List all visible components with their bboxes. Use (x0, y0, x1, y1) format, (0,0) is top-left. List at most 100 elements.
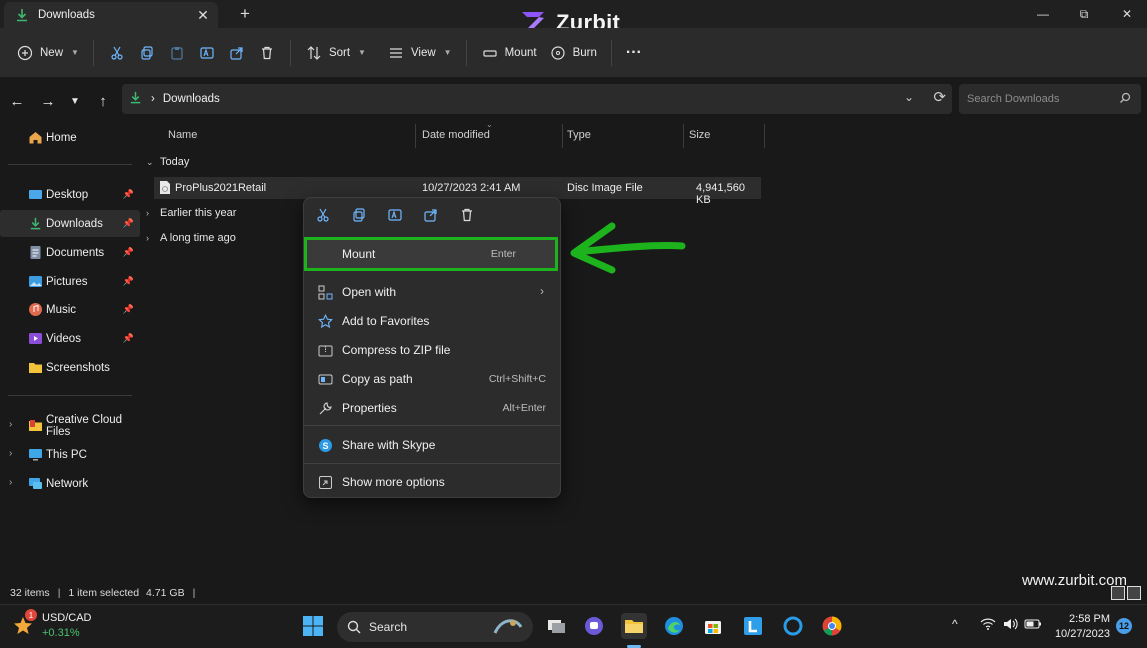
scissors-icon[interactable] (312, 204, 334, 226)
context-item-show-more-options[interactable]: Show more options (308, 468, 556, 496)
sidebar-item-home[interactable]: Home (0, 124, 140, 151)
back-arrow-icon[interactable]: ← (6, 90, 28, 112)
up-arrow-icon[interactable]: ↑ (92, 90, 114, 112)
copy-button[interactable] (132, 37, 162, 69)
microsoft-store-icon[interactable] (700, 613, 726, 639)
context-item-copy-as-path[interactable]: Copy as path Ctrl+Shift+C (308, 365, 556, 393)
more-options-button[interactable]: ··· (620, 37, 648, 69)
context-item-add-to-favorites[interactable]: Add to Favorites (308, 307, 556, 335)
column-header-type[interactable]: Type (561, 122, 681, 148)
notification-count-badge[interactable]: 12 (1116, 618, 1132, 634)
address-bar[interactable]: › Downloads ⌄ ⟳ (122, 84, 952, 114)
chevron-right-icon[interactable]: › (9, 448, 12, 459)
pin-icon[interactable]: 📌 (123, 218, 134, 229)
sidebar-item-videos[interactable]: Videos 📌 (0, 325, 140, 352)
task-view-icon[interactable] (543, 613, 569, 639)
sidebar-item-music[interactable]: Music 📌 (0, 296, 140, 323)
file-explorer-icon[interactable] (621, 613, 647, 639)
column-divider[interactable] (764, 124, 765, 148)
wifi-icon[interactable] (980, 617, 996, 634)
taskbar-search-label: Search (369, 620, 408, 634)
group-long-time-ago[interactable]: › A long time ago (146, 232, 236, 244)
system-clock[interactable]: 2:58 PM 10/27/2023 (1050, 612, 1110, 642)
details-view-icon[interactable] (1111, 586, 1125, 600)
maximize-button[interactable]: ⧉ (1061, 0, 1107, 28)
edge-browser-icon[interactable] (661, 613, 687, 639)
group-label: Today (160, 156, 190, 168)
pin-icon[interactable]: 📌 (123, 304, 134, 315)
sidebar-item-screenshots[interactable]: Screenshots (0, 354, 140, 381)
paste-button[interactable] (162, 37, 192, 69)
rename-icon[interactable] (384, 204, 406, 226)
sidebar-item-creative-cloud[interactable]: › Creative Cloud Files (0, 412, 140, 439)
delete-button[interactable] (252, 37, 282, 69)
cortana-ring-icon[interactable] (780, 613, 806, 639)
search-input[interactable] (967, 93, 1119, 105)
group-earlier-this-year[interactable]: › Earlier this year (146, 207, 236, 219)
sidebar-item-label: Desktop (46, 188, 89, 201)
sidebar-item-downloads[interactable]: Downloads 📌 (0, 210, 140, 237)
share-button[interactable] (222, 37, 252, 69)
context-item-open-with[interactable]: Open with › (308, 278, 556, 306)
sidebar-item-pictures[interactable]: Pictures 📌 (0, 268, 140, 295)
sort-button[interactable]: Sort ▼ (299, 37, 372, 69)
pin-icon[interactable]: 📌 (123, 189, 134, 200)
rename-button[interactable] (192, 37, 222, 69)
mount-toolbar-button[interactable]: Mount (475, 37, 543, 69)
context-item-share-with-skype[interactable]: S Share with Skype (308, 431, 556, 459)
windows-start-icon[interactable] (300, 613, 326, 639)
search-box[interactable] (959, 84, 1141, 114)
refresh-icon[interactable]: ⟳ (933, 88, 946, 106)
show-hidden-icons-chevron-icon[interactable]: ^ (952, 617, 958, 631)
sidebar-item-documents[interactable]: Documents 📌 (0, 239, 140, 266)
battery-icon[interactable] (1024, 617, 1042, 634)
tiles-view-icon[interactable] (1127, 586, 1141, 600)
recent-chevron-icon[interactable]: ▼ (64, 90, 86, 112)
tab-downloads[interactable]: Downloads ✕ (4, 2, 218, 28)
context-item-mount[interactable]: Mount Enter (308, 240, 556, 268)
clock-time: 2:58 PM (1069, 613, 1110, 625)
cut-button[interactable] (102, 37, 132, 69)
forward-arrow-icon[interactable]: → (37, 90, 59, 112)
sidebar-item-this-pc[interactable]: › This PC (0, 441, 140, 468)
disc-image-file-icon (159, 180, 171, 198)
file-row-selected[interactable]: ProPlus2021Retail 10/27/2023 2:41 AM Dis… (154, 177, 761, 206)
widgets-ticker[interactable]: 1 USD/CAD +0.31% (12, 609, 92, 641)
column-header-date[interactable]: Date modified (416, 122, 561, 148)
taskbar-search[interactable]: Search (337, 612, 533, 642)
sidebar-item-desktop[interactable]: Desktop 📌 (0, 181, 140, 208)
group-today[interactable]: ⌄ Today (146, 156, 189, 168)
context-item-properties[interactable]: Properties Alt+Enter (308, 394, 556, 422)
new-tab-button[interactable]: + (234, 3, 256, 25)
new-button[interactable]: New ▼ (10, 37, 85, 69)
teams-chat-icon[interactable] (581, 613, 607, 639)
sidebar-item-network[interactable]: › Network (0, 470, 140, 497)
chevron-right-icon[interactable]: › (9, 419, 12, 430)
letter-l-app-icon[interactable] (740, 613, 766, 639)
toolbar-divider (289, 39, 291, 66)
breadcrumb-downloads[interactable]: Downloads (163, 93, 220, 105)
share-icon[interactable] (420, 204, 442, 226)
chevron-down-icon[interactable]: ⌄ (904, 90, 914, 104)
pin-icon[interactable]: 📌 (123, 333, 134, 344)
svg-text:S: S (322, 441, 328, 451)
wrench-icon (317, 400, 333, 416)
minimize-button[interactable]: — (1020, 0, 1066, 28)
trash-icon[interactable] (456, 204, 478, 226)
context-item-compress-zip[interactable]: Compress to ZIP file (308, 336, 556, 364)
view-button[interactable]: View ▼ (381, 37, 458, 69)
volume-icon[interactable] (1002, 617, 1018, 634)
chrome-browser-icon[interactable] (819, 613, 845, 639)
column-header-size[interactable]: Size (683, 122, 763, 148)
copy-path-icon (317, 371, 333, 387)
context-item-label: Compress to ZIP file (342, 343, 451, 357)
burn-button[interactable]: Burn (543, 37, 603, 69)
close-tab-icon[interactable]: ✕ (192, 4, 214, 26)
pin-icon[interactable]: 📌 (123, 276, 134, 287)
pin-icon[interactable]: 📌 (123, 247, 134, 258)
close-window-button[interactable]: ✕ (1104, 0, 1147, 28)
column-header-name[interactable]: Name (162, 122, 414, 148)
chevron-right-icon[interactable]: › (9, 477, 12, 488)
copy-icon[interactable] (348, 204, 370, 226)
